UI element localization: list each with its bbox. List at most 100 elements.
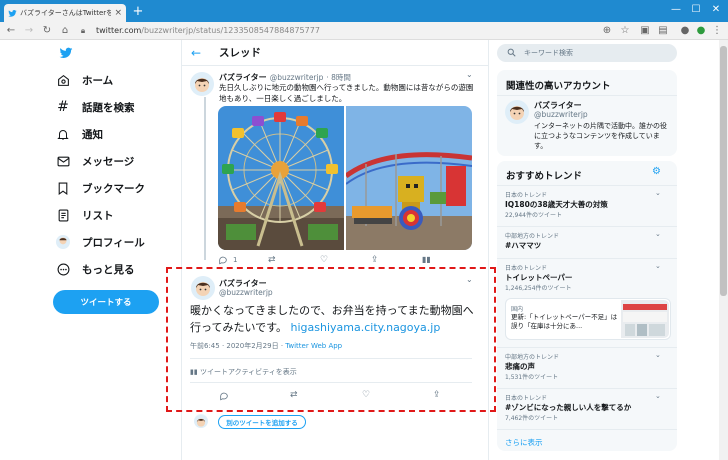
bookmark-star-icon[interactable]: ☆ (618, 25, 632, 36)
tweet-source[interactable]: Twitter Web App (285, 342, 342, 350)
divider (190, 382, 472, 383)
forward-arrow-icon[interactable]: → (22, 25, 36, 36)
bell-icon (56, 127, 70, 141)
hashtag-icon: # (57, 99, 69, 115)
trends-title: おすすめトレンド (506, 171, 583, 182)
search-placeholder: キーワード検索 (524, 49, 573, 57)
page-title: スレッド (219, 47, 261, 59)
sidebar-item-home[interactable]: ホーム (56, 67, 113, 93)
chevron-down-icon[interactable]: ⌄ (655, 230, 661, 238)
sidebar-item-bookmarks[interactable]: ブックマーク (56, 175, 145, 201)
browser-tab[interactable]: バズライターさんはTwitterを使っています × (4, 4, 126, 22)
account-handle[interactable]: @buzzwriterjp (534, 110, 588, 119)
sidebar-item-explore[interactable]: # 話題を検索 (56, 94, 134, 120)
extension-icon[interactable]: ▣ (638, 25, 652, 36)
sidebar-item-lists[interactable]: リスト (56, 202, 114, 228)
divider (497, 388, 677, 389)
sidebar-item-profile[interactable]: プロフィール (56, 229, 145, 255)
avatar[interactable] (191, 276, 215, 300)
twitter-logo-icon[interactable] (58, 46, 74, 60)
new-tab-button[interactable]: + (131, 5, 145, 19)
trend-count: 1,246,254件のツイート (505, 285, 572, 292)
sidebar-item-label: もっと見る (82, 263, 135, 276)
search-icon (507, 48, 516, 59)
search-input[interactable]: キーワード検索 (497, 44, 677, 62)
analytics-icon[interactable]: ▮▮ (422, 255, 431, 264)
share-icon[interactable]: ⇪ (371, 255, 379, 265)
trend-name: 悲痛の声 (505, 362, 535, 371)
chevron-down-icon[interactable]: ⌄ (655, 351, 661, 359)
chevron-down-icon[interactable]: ⌄ (466, 275, 473, 284)
sidebar-item-label: プロフィール (82, 236, 145, 249)
window-minimize-button[interactable]: — (668, 3, 684, 17)
trend-item[interactable]: 中部地方のトレンド #ハママツ (505, 231, 671, 251)
like-icon[interactable]: ♡ (362, 390, 370, 400)
retweet-icon[interactable]: ⇄ (290, 390, 298, 400)
mail-icon (56, 154, 70, 168)
sidebar-item-notifications[interactable]: 通知 (56, 121, 103, 147)
chevron-down-icon[interactable]: ⌄ (466, 70, 473, 79)
divider (497, 95, 677, 96)
tab-close-icon[interactable]: × (114, 8, 122, 18)
divider (497, 226, 677, 227)
sidebar-item-label: ブックマーク (82, 182, 145, 195)
trend-item[interactable]: 日本のトレンド IQ180の38歳天才大善の対策 22,944件のツイート (505, 190, 671, 219)
trend-item[interactable]: 中部地方のトレンド 悲痛の声 1,531件のツイート (505, 352, 671, 381)
tweet-author-handle[interactable]: @buzzwriterjp (219, 288, 273, 297)
back-arrow-icon[interactable]: ← (191, 46, 205, 60)
reply-icon[interactable] (219, 391, 229, 401)
thread-connector-line (204, 97, 206, 260)
tweet-timestamp[interactable]: 午前6:45 · 2020年2月29日 (190, 342, 279, 350)
news-text: 更新:「トイレットペーパー不足」は誤り「在庫は十分にあ... (511, 313, 618, 330)
settings-gear-icon[interactable]: ⚙ (652, 166, 661, 177)
reload-icon[interactable]: ↻ (40, 25, 54, 36)
scrollbar-thumb[interactable] (720, 46, 727, 296)
avatar[interactable] (190, 72, 214, 96)
trend-count: 7,462件のツイート (505, 415, 559, 422)
translate-icon[interactable]: ⊕ (600, 25, 614, 36)
sidebar-item-messages[interactable]: メッセージ (56, 148, 134, 174)
url-path: /buzzwriterjp/status/1233508547884875777 (141, 26, 320, 35)
trend-item[interactable]: 日本のトレンド #ゾンビになった親しい人を撃てるか 7,462件のツイート (505, 393, 671, 422)
window-close-button[interactable]: ✕ (708, 3, 724, 17)
reply-action[interactable]: 1 (218, 255, 237, 265)
trend-item[interactable]: 日本のトレンド トイレットペーパー 1,246,254件のツイート (505, 263, 671, 292)
chevron-down-icon[interactable]: ⌄ (655, 262, 661, 270)
sidebar-item-label: ホーム (82, 74, 114, 87)
retweet-icon[interactable]: ⇄ (268, 255, 276, 265)
tweet-author-handle[interactable]: @buzzwriterjp (270, 73, 324, 82)
avatar[interactable] (505, 100, 529, 124)
trend-context: 日本のトレンド (505, 265, 548, 272)
tweet-photo[interactable] (346, 106, 472, 250)
chevron-down-icon[interactable]: ⌄ (655, 189, 661, 197)
chevron-down-icon[interactable]: ⌄ (655, 392, 661, 400)
sidebar-item-more[interactable]: もっと見る (56, 256, 135, 282)
share-icon[interactable]: ⇪ (433, 390, 441, 400)
address-bar[interactable]: twitter.com/buzzwriterjp/status/12335085… (96, 26, 320, 35)
like-icon[interactable]: ♡ (320, 255, 328, 265)
browser-toolbar: ← → ↻ ⌂ 🔒︎ twitter.com/buzzwriterjp/stat… (0, 22, 728, 40)
news-thumbnail (621, 300, 669, 338)
home-browser-icon[interactable]: ⌂ (58, 25, 72, 36)
tweet-activity-label: ツイートアクティビティを表示 (199, 368, 297, 376)
divider (497, 429, 677, 430)
highlight-box (166, 267, 496, 412)
profile-icon[interactable]: ● (694, 25, 708, 36)
tweet-link[interactable]: higashiyama.city.nagoya.jp (291, 321, 441, 334)
related-title: 関連性の高いアカウント (506, 81, 611, 92)
menu-kebab-icon[interactable]: ⋮ (710, 25, 724, 36)
extension-icon[interactable]: ▤ (656, 25, 670, 36)
tweet-photo[interactable] (218, 106, 344, 250)
trend-count: 1,531件のツイート (505, 374, 559, 381)
account-icon[interactable]: ● (678, 25, 692, 36)
divider (497, 185, 677, 186)
window-maximize-button[interactable]: ☐ (688, 3, 704, 17)
account-bio: インターネットの片隅で活動中。誰かの役に立つようなコンテンツを作成しています。 (534, 122, 667, 150)
tweet-button[interactable]: ツイートする (53, 290, 159, 314)
divider (497, 347, 677, 348)
show-more-link[interactable]: さらに表示 (505, 437, 543, 448)
add-tweet-button[interactable]: 別のツイートを追加する (218, 415, 306, 429)
tweet-activity-link[interactable]: ▮▮ ツイートアクティビティを表示 (190, 367, 297, 377)
back-arrow-icon[interactable]: ← (4, 25, 18, 36)
trend-name: #ハママツ (505, 241, 542, 250)
